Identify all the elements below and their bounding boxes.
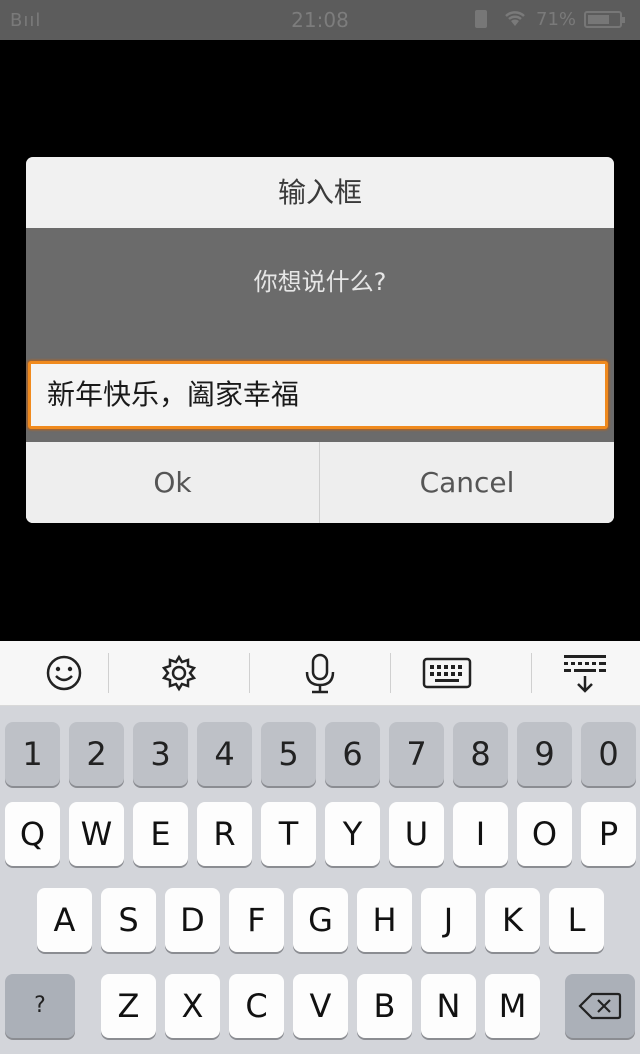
- key-e[interactable]: E: [133, 802, 188, 866]
- keyboard-hide-icon[interactable]: [521, 641, 640, 705]
- key-5[interactable]: 5: [261, 722, 316, 786]
- backspace-key[interactable]: [565, 974, 635, 1038]
- key-1[interactable]: 1: [5, 722, 60, 786]
- key-f[interactable]: F: [229, 888, 284, 952]
- key-z[interactable]: Z: [101, 974, 156, 1038]
- sim-icon: [475, 10, 487, 28]
- key-g[interactable]: G: [293, 888, 348, 952]
- key-j[interactable]: J: [421, 888, 476, 952]
- dialog-title: 输入框: [26, 157, 614, 228]
- wifi-icon: [503, 8, 527, 33]
- key-b[interactable]: B: [357, 974, 412, 1038]
- key-0[interactable]: 0: [581, 722, 636, 786]
- key-u[interactable]: U: [389, 802, 444, 866]
- status-bar: Bııl 21:08 71%: [0, 0, 640, 40]
- key-v[interactable]: V: [293, 974, 348, 1038]
- input-dialog: 输入框 你想说什么? 新年快乐，阖家幸福 Ok Cancel: [26, 157, 614, 523]
- key-6[interactable]: 6: [325, 722, 380, 786]
- keyboard-toolbar: [0, 641, 640, 706]
- cancel-button[interactable]: Cancel: [320, 442, 614, 523]
- key-9[interactable]: 9: [517, 722, 572, 786]
- key-2[interactable]: 2: [69, 722, 124, 786]
- soft-keyboard: 1 2 3 4 5 6 7 8 9 0 Q W E R T Y U I O P A S D F G H J K L? Z X C V B N M: [0, 706, 640, 1054]
- key-w[interactable]: W: [69, 802, 124, 866]
- key-k[interactable]: K: [485, 888, 540, 952]
- key-x[interactable]: X: [165, 974, 220, 1038]
- key-n[interactable]: N: [421, 974, 476, 1038]
- symbol-key[interactable]: ?: [5, 974, 75, 1038]
- battery-icon: [584, 11, 625, 28]
- key-a[interactable]: A: [37, 888, 92, 952]
- key-d[interactable]: D: [165, 888, 220, 952]
- key-7[interactable]: 7: [389, 722, 444, 786]
- backspace-icon: [578, 992, 622, 1020]
- key-p[interactable]: P: [581, 802, 636, 866]
- battery-fill: [588, 15, 609, 24]
- key-8[interactable]: 8: [453, 722, 508, 786]
- key-t[interactable]: T: [261, 802, 316, 866]
- key-3[interactable]: 3: [133, 722, 188, 786]
- keyboard-icon[interactable]: [383, 641, 511, 705]
- microphone-icon[interactable]: [256, 641, 384, 705]
- dialog-message: 你想说什么?: [26, 228, 614, 356]
- key-c[interactable]: C: [229, 974, 284, 1038]
- key-s[interactable]: S: [101, 888, 156, 952]
- ok-button[interactable]: Ok: [26, 442, 320, 523]
- key-r[interactable]: R: [197, 802, 252, 866]
- gear-icon[interactable]: [115, 641, 243, 705]
- toolbar-divider: [249, 653, 250, 693]
- text-input-field[interactable]: 新年快乐，阖家幸福: [28, 361, 608, 429]
- dialog-buttons: Ok Cancel: [26, 442, 614, 523]
- key-h[interactable]: H: [357, 888, 412, 952]
- key-i[interactable]: I: [453, 802, 508, 866]
- key-q[interactable]: Q: [5, 802, 60, 866]
- battery-percent: 71%: [536, 9, 577, 30]
- key-o[interactable]: O: [517, 802, 572, 866]
- toolbar-divider: [108, 653, 109, 693]
- key-m[interactable]: M: [485, 974, 540, 1038]
- key-4[interactable]: 4: [197, 722, 252, 786]
- key-y[interactable]: Y: [325, 802, 380, 866]
- key-l[interactable]: L: [549, 888, 604, 952]
